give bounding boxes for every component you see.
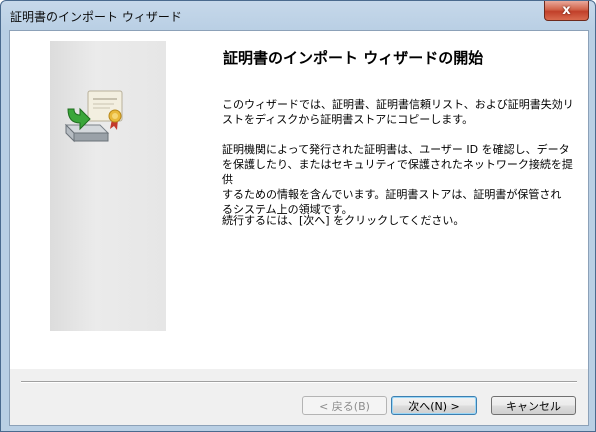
next-button[interactable]: 次へ(N) > — [391, 396, 477, 415]
wizard-window: 証明書のインポート ウィザード x 証明書のインポート ウィザードの開始 このウ… — [0, 0, 596, 432]
wizard-heading: 証明書のインポート ウィザードの開始 — [223, 49, 484, 67]
close-button[interactable]: x — [544, 1, 589, 21]
info-paragraph: 証明機関によって発行された証明書は、ユーザー ID を確認し、データ を保護した… — [222, 143, 573, 216]
wizard-client-area: 証明書のインポート ウィザードの開始 このウィザードでは、証明書、証明書信頼リス… — [9, 30, 589, 426]
back-button[interactable]: < 戻る(B) — [302, 396, 387, 415]
certificate-import-icon — [64, 90, 123, 143]
intro-paragraph: このウィザードでは、証明書、証明書信頼リスト、および証明書失効リ ストをディスク… — [222, 98, 574, 126]
window-title: 証明書のインポート ウィザード — [10, 10, 182, 24]
continue-paragraph: 続行するには、[次へ] をクリックしてください。 — [222, 214, 465, 227]
title-bar: 証明書のインポート ウィザード x — [1, 1, 595, 29]
wizard-content: 証明書のインポート ウィザードの開始 このウィザードでは、証明書、証明書信頼リス… — [10, 31, 588, 369]
close-icon: x — [562, 3, 571, 18]
cancel-button[interactable]: キャンセル — [491, 396, 576, 415]
wizard-side-panel — [50, 41, 166, 331]
button-separator — [21, 381, 577, 383]
